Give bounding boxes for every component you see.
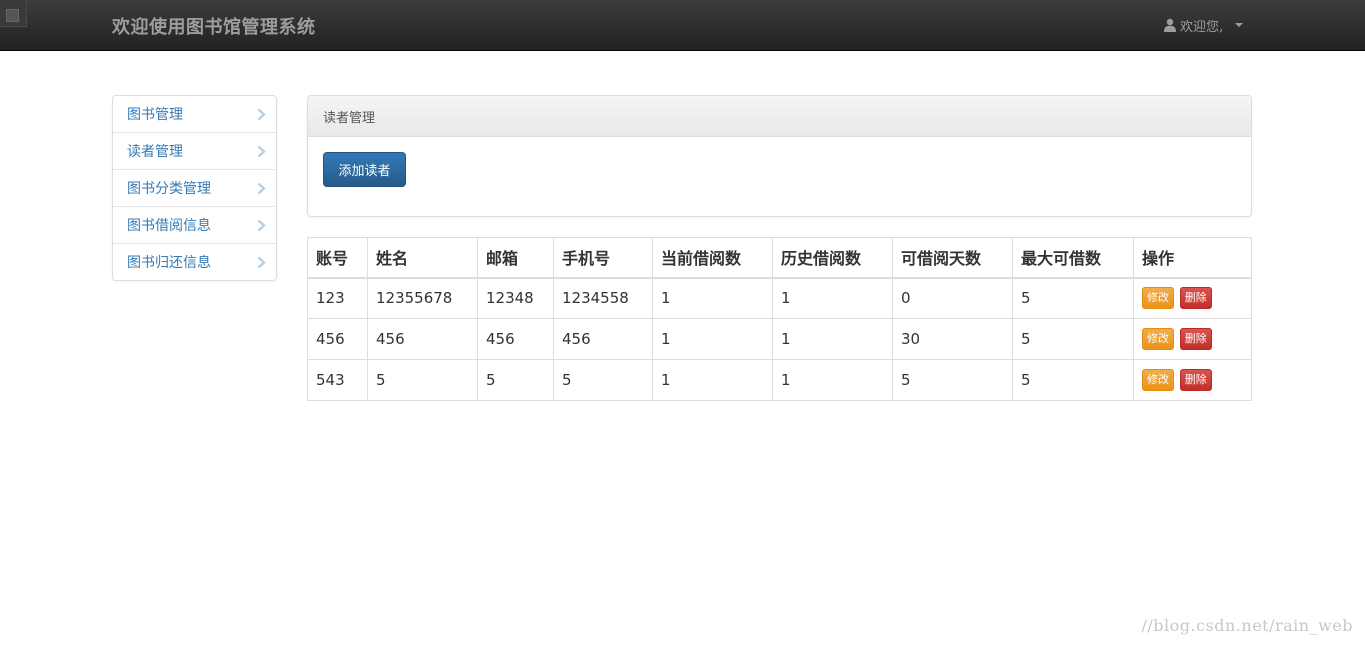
cell-name: 456	[367, 318, 478, 360]
edit-button[interactable]: 修改	[1142, 287, 1174, 310]
cell-max-borrow: 5	[1012, 318, 1134, 360]
cell-borrow-days: 5	[892, 359, 1013, 401]
user-menu-dropdown[interactable]: 欢迎您,	[1163, 16, 1244, 35]
cell-borrow-days: 30	[892, 318, 1013, 360]
cell-name: 12355678	[367, 277, 478, 319]
sidebar-nav: 图书管理 读者管理 图书分类管理 图书借阅信息 图书归还信息	[112, 95, 277, 281]
add-reader-button[interactable]: 添加读者	[323, 152, 406, 187]
cell-email: 456	[477, 318, 554, 360]
cell-max-borrow: 5	[1012, 277, 1134, 319]
sidebar-item-return-info[interactable]: 图书归还信息	[113, 244, 276, 280]
sidebar-item-reader-management[interactable]: 读者管理	[113, 133, 276, 170]
column-header-name: 姓名	[367, 237, 478, 279]
chevron-right-icon	[257, 256, 266, 269]
cell-name: 5	[367, 359, 478, 401]
reader-management-panel: 读者管理 添加读者	[307, 95, 1252, 217]
cell-current-borrowed: 1	[652, 277, 773, 319]
sidebar-item-category-management[interactable]: 图书分类管理	[113, 170, 276, 207]
window-icon	[0, 0, 27, 27]
sidebar-item-label: 图书借阅信息	[127, 218, 211, 234]
column-header-account: 账号	[307, 237, 368, 279]
table-row: 456 456 456 456 1 1 30 5 修改 删除	[307, 318, 1252, 360]
chevron-right-icon	[257, 219, 266, 232]
cell-account: 456	[307, 318, 368, 360]
sidebar-item-label: 图书管理	[127, 107, 183, 123]
edit-button[interactable]: 修改	[1142, 328, 1174, 350]
table-header-row: 账号 姓名 邮箱 手机号 当前借阅数 历史借阅数 可借阅天数 最大可借数 操作	[307, 237, 1252, 279]
cell-current-borrowed: 1	[652, 359, 773, 401]
cell-actions: 修改 删除	[1133, 359, 1252, 401]
user-icon	[1164, 18, 1176, 32]
panel-title: 读者管理	[308, 96, 1251, 137]
delete-button[interactable]: 删除	[1179, 369, 1212, 391]
column-header-max-borrow: 最大可借数	[1012, 237, 1134, 279]
cell-current-borrowed: 1	[652, 318, 773, 360]
chevron-right-icon	[257, 108, 266, 121]
column-header-borrow-days: 可借阅天数	[892, 237, 1013, 279]
cell-phone: 1234558	[553, 277, 653, 319]
cell-actions: 修改 删除	[1133, 318, 1252, 360]
readers-table: 账号 姓名 邮箱 手机号 当前借阅数 历史借阅数 可借阅天数 最大可借数 操作 …	[307, 237, 1252, 401]
column-header-email: 邮箱	[477, 237, 554, 279]
cell-max-borrow: 5	[1012, 359, 1134, 401]
edit-button[interactable]: 修改	[1142, 369, 1174, 391]
cell-email: 12348	[477, 277, 554, 319]
sidebar-item-book-management[interactable]: 图书管理	[113, 96, 276, 133]
cell-history-borrowed: 1	[772, 277, 893, 319]
column-header-actions: 操作	[1133, 237, 1252, 279]
top-navbar: 欢迎使用图书馆管理系统 欢迎您,	[0, 0, 1365, 51]
cell-email: 5	[477, 359, 554, 401]
table-row: 543 5 5 5 1 1 5 5 修改 删除	[307, 359, 1252, 401]
table-row: 123 12355678 12348 1234558 1 1 0 5 修改 删除	[307, 277, 1252, 319]
sidebar-item-label: 读者管理	[127, 144, 183, 160]
sidebar-item-borrow-info[interactable]: 图书借阅信息	[113, 207, 276, 244]
cell-borrow-days: 0	[892, 277, 1013, 319]
cell-history-borrowed: 1	[772, 359, 893, 401]
caret-down-icon	[1235, 23, 1244, 27]
chevron-right-icon	[257, 182, 266, 195]
sidebar-item-label: 图书归还信息	[127, 255, 211, 271]
column-header-current-borrowed: 当前借阅数	[652, 237, 773, 279]
app-brand-title[interactable]: 欢迎使用图书馆管理系统	[112, 13, 316, 39]
cell-account: 543	[307, 359, 368, 401]
cell-history-borrowed: 1	[772, 318, 893, 360]
delete-button[interactable]: 删除	[1179, 287, 1212, 310]
cell-phone: 5	[553, 359, 653, 401]
sidebar-item-label: 图书分类管理	[127, 181, 211, 197]
cell-actions: 修改 删除	[1133, 277, 1252, 319]
cell-account: 123	[307, 277, 368, 319]
column-header-phone: 手机号	[553, 237, 653, 279]
chevron-right-icon	[257, 145, 266, 158]
watermark-text: //blog.csdn.net/rain_web	[1141, 616, 1353, 635]
delete-button[interactable]: 删除	[1179, 328, 1212, 350]
user-greeting: 欢迎您,	[1180, 19, 1224, 35]
column-header-history-borrowed: 历史借阅数	[772, 237, 893, 279]
cell-phone: 456	[553, 318, 653, 360]
